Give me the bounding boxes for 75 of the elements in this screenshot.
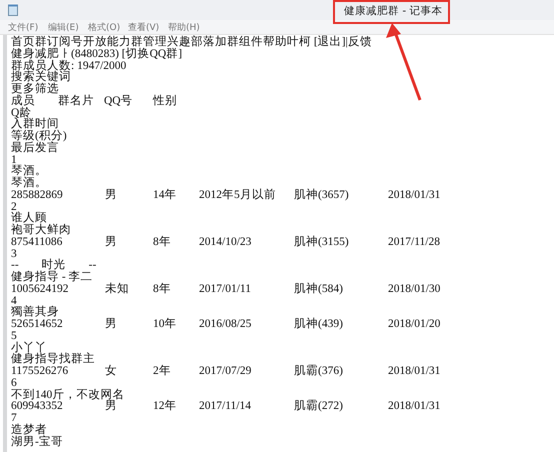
text-line: 群成员人数: 1947/2000 — [11, 60, 126, 72]
record-field: 2018/01/20 — [388, 318, 440, 330]
text-line: 最后发言 — [11, 142, 59, 154]
record-field: 男 — [105, 400, 117, 412]
record-field: 2018/01/31 — [388, 365, 440, 377]
menu-item[interactable]: 格式(O) — [88, 20, 128, 34]
record-field: 8年 — [153, 236, 171, 248]
record-field: 未知 — [105, 282, 129, 295]
text-line: 谁人顾 — [11, 213, 47, 224]
record-field: 526514652 — [11, 318, 63, 330]
column-label: 性别 — [153, 94, 177, 107]
record-field: 1175526276 — [11, 365, 68, 377]
record-field: 10年 — [153, 318, 176, 330]
record-field: 2018/01/30 — [388, 282, 440, 295]
menu-item[interactable]: 帮助(H) — [168, 20, 208, 34]
text-line: 3 — [11, 248, 17, 260]
record-field: 肌神(3155) — [294, 236, 349, 248]
menu-item[interactable]: 文件(F) — [8, 20, 48, 34]
text-line: 4 — [11, 296, 17, 306]
record-field: 男 — [105, 188, 117, 201]
record-field: 12年 — [153, 400, 176, 412]
record-field: 肌霸(376) — [294, 365, 343, 377]
text-line: 琴酒。 — [11, 178, 47, 190]
text-line: 更多筛选 — [11, 84, 59, 95]
text-line: 袍哥大鲜肉 — [11, 225, 71, 237]
record-field: 2017/11/14 — [199, 400, 251, 412]
text-line: 健身减肥ㅏ(8480283) [切换QQ群] — [11, 48, 182, 60]
text-line: 1 — [11, 154, 17, 166]
window-title: 健康减肥群 - 记事本 — [344, 5, 442, 17]
record-field: 609943352 — [11, 400, 63, 412]
menu-item[interactable]: 查看(V) — [128, 20, 168, 34]
record-field: 肌霸(272) — [294, 400, 343, 412]
column-label: 成员 — [11, 94, 35, 107]
text-line: 小丫丫 — [11, 342, 47, 354]
text-line: 健身指导找群主 — [11, 354, 95, 366]
record-field: 女 — [105, 365, 117, 377]
text-line: 等级(积分) — [11, 131, 67, 142]
text-line: 首页群订阅号开放能力群管理兴趣部落加群组件帮助叶柯 [退出]|反馈 — [11, 37, 372, 48]
record-field: 2年 — [153, 365, 171, 377]
record-field: 2017/07/29 — [199, 365, 252, 377]
notepad-icon — [8, 4, 18, 16]
record-field: 肌神(584) — [294, 282, 343, 295]
record-field: 8年 — [153, 282, 171, 295]
record-field: 285882869 — [11, 188, 63, 201]
record-field: 2018/01/31 — [388, 188, 440, 201]
text-line: 琴酒。 — [11, 166, 47, 178]
text-line: 湖男-宝哥 — [11, 436, 63, 448]
record-field: 2018/01/31 — [388, 400, 440, 412]
text-line: 7 — [11, 413, 17, 424]
text-line: 健身指导 - 李二 — [11, 272, 93, 284]
text-line: 2 — [11, 202, 17, 212]
record-field: 2012年5月以前 — [199, 188, 276, 201]
record-field: 男 — [105, 236, 117, 248]
text-line: -- 时光 -- — [11, 260, 96, 272]
menu-item[interactable]: 编辑(E) — [48, 20, 88, 34]
text-line: 搜索关键词 — [11, 72, 71, 84]
record-field: 肌神(439) — [294, 318, 343, 330]
text-line: 入群时间 — [11, 119, 59, 130]
record-field: 14年 — [153, 188, 176, 201]
text-line: 6 — [11, 378, 17, 389]
record-field: 1005624192 — [11, 282, 68, 295]
record-field: 2017/01/11 — [199, 282, 251, 295]
text-line: Q龄 — [11, 108, 32, 118]
record-field: 2014/10/23 — [199, 236, 252, 248]
text-line: 5 — [11, 330, 17, 342]
record-field: 肌神(3657) — [294, 188, 349, 201]
record-field: 875411086 — [11, 236, 62, 248]
record-field: 2016/08/25 — [199, 318, 252, 330]
column-label: 群名片 — [58, 94, 94, 107]
column-label: QQ号 — [104, 94, 133, 107]
text-line: 不到140斤，不改网名 — [11, 390, 124, 400]
text-line: 獨善其身 — [11, 307, 59, 319]
record-field: 男 — [105, 318, 117, 330]
text-line: 造梦者 — [11, 424, 47, 436]
record-field: 2017/11/28 — [388, 236, 440, 248]
